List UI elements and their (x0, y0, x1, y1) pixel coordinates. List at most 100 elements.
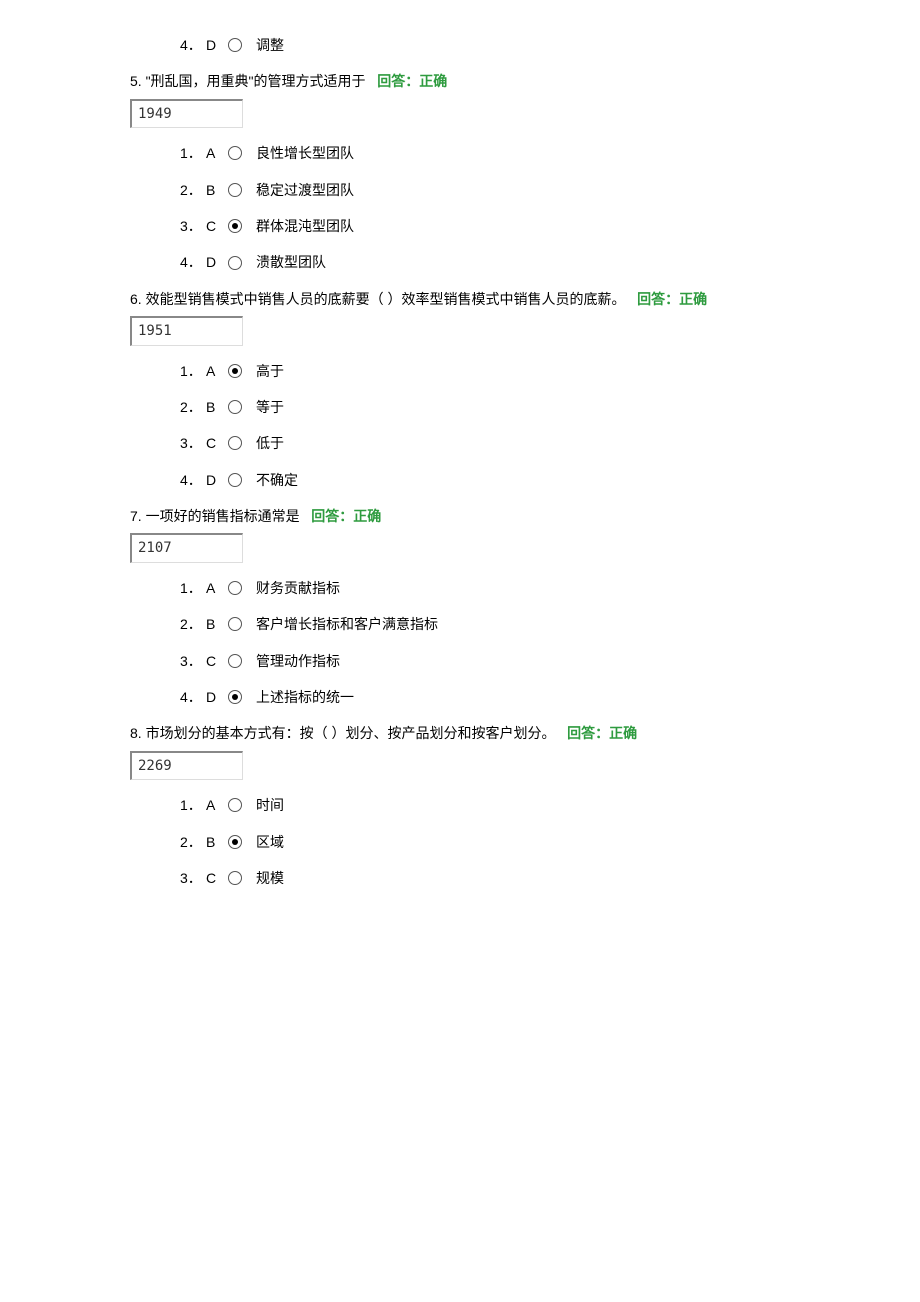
q7-option-c: 3． C 管理动作指标 (180, 650, 790, 672)
q5-option-b: 2． B 稳定过渡型团队 (180, 179, 790, 201)
option-letter: B (206, 396, 224, 418)
feedback-label: 回答：正确 (311, 508, 381, 524)
option-number: 1． (180, 794, 200, 816)
option-letter: A (206, 577, 224, 599)
id-box: 2269 (130, 751, 243, 780)
option-number: 3． (180, 215, 200, 237)
option-number: 2． (180, 396, 200, 418)
option-letter: A (206, 142, 224, 164)
radio-icon[interactable] (228, 364, 242, 378)
q5-option-a: 1． A 良性增长型团队 (180, 142, 790, 164)
question-8: 8. 市场划分的基本方式有：按（ ）划分、按产品划分和按客户划分。 回答：正确 (130, 722, 790, 744)
option-number: 4． (180, 469, 200, 491)
option-text: 群体混沌型团队 (256, 215, 354, 237)
radio-icon[interactable] (228, 798, 242, 812)
question-7: 7. 一项好的销售指标通常是 回答：正确 (130, 505, 790, 527)
option-number: 2． (180, 613, 200, 635)
q8-option-c: 3． C 规模 (180, 867, 790, 889)
q8-option-a: 1． A 时间 (180, 794, 790, 816)
id-box: 1951 (130, 316, 243, 345)
q6-option-d: 4． D 不确定 (180, 469, 790, 491)
radio-icon[interactable] (228, 256, 242, 270)
q8-option-b: 2． B 区域 (180, 831, 790, 853)
option-text: 稳定过渡型团队 (256, 179, 354, 201)
radio-icon[interactable] (228, 581, 242, 595)
q5-option-d: 4． D 溃散型团队 (180, 251, 790, 273)
question-stem: 市场划分的基本方式有：按（ ）划分、按产品划分和按客户划分。 (146, 725, 556, 741)
option-text: 低于 (256, 432, 284, 454)
radio-icon[interactable] (228, 146, 242, 160)
radio-icon[interactable] (228, 835, 242, 849)
radio-icon[interactable] (228, 617, 242, 631)
radio-icon[interactable] (228, 400, 242, 414)
option-letter: D (206, 251, 224, 273)
question-number: 6. (130, 291, 146, 307)
question-number: 5. (130, 73, 146, 89)
radio-icon[interactable] (228, 654, 242, 668)
question-6: 6. 效能型销售模式中销售人员的底薪要（ ）效率型销售模式中销售人员的底薪。 回… (130, 288, 790, 310)
q7-option-b: 2． B 客户增长指标和客户满意指标 (180, 613, 790, 635)
option-text: 溃散型团队 (256, 251, 326, 273)
option-text: 规模 (256, 867, 284, 889)
radio-icon[interactable] (228, 436, 242, 450)
question-number: 8. (130, 725, 146, 741)
option-number: 4． (180, 34, 200, 56)
feedback-label: 回答：正确 (567, 725, 637, 741)
radio-icon[interactable] (228, 38, 242, 52)
option-letter: C (206, 432, 224, 454)
option-letter: D (206, 469, 224, 491)
id-box: 1949 (130, 99, 243, 128)
option-letter: C (206, 215, 224, 237)
option-number: 1． (180, 360, 200, 382)
q6-option-c: 3． C 低于 (180, 432, 790, 454)
radio-icon[interactable] (228, 473, 242, 487)
option-number: 4． (180, 251, 200, 273)
option-text: 客户增长指标和客户满意指标 (256, 613, 438, 635)
option-text: 区域 (256, 831, 284, 853)
option-text: 高于 (256, 360, 284, 382)
option-letter: B (206, 613, 224, 635)
radio-icon[interactable] (228, 690, 242, 704)
radio-icon[interactable] (228, 219, 242, 233)
id-box: 2107 (130, 533, 243, 562)
option-text: 不确定 (256, 469, 298, 491)
option-text: 财务贡献指标 (256, 577, 340, 599)
option-letter: C (206, 867, 224, 889)
option-letter: B (206, 831, 224, 853)
option-letter: C (206, 650, 224, 672)
option-number: 1． (180, 577, 200, 599)
option-number: 1． (180, 142, 200, 164)
option-letter: D (206, 34, 224, 56)
option-text: 管理动作指标 (256, 650, 340, 672)
option-text: 时间 (256, 794, 284, 816)
option-number: 3． (180, 432, 200, 454)
option-number: 3． (180, 650, 200, 672)
option-number: 3． (180, 867, 200, 889)
q4-option-d: 4． D 调整 (180, 34, 790, 56)
question-stem: 效能型销售模式中销售人员的底薪要（ ）效率型销售模式中销售人员的底薪。 (146, 291, 626, 307)
option-text: 调整 (256, 34, 284, 56)
option-text: 等于 (256, 396, 284, 418)
q5-option-c: 3． C 群体混沌型团队 (180, 215, 790, 237)
option-letter: D (206, 686, 224, 708)
q6-option-b: 2． B 等于 (180, 396, 790, 418)
option-text: 良性增长型团队 (256, 142, 354, 164)
option-letter: B (206, 179, 224, 201)
question-5: 5. "刑乱国，用重典"的管理方式适用于 回答：正确 (130, 70, 790, 92)
radio-icon[interactable] (228, 183, 242, 197)
option-number: 4． (180, 686, 200, 708)
option-number: 2． (180, 831, 200, 853)
option-number: 2． (180, 179, 200, 201)
feedback-label: 回答：正确 (377, 73, 447, 89)
feedback-label: 回答：正确 (637, 291, 707, 307)
q7-option-d: 4． D 上述指标的统一 (180, 686, 790, 708)
option-letter: A (206, 794, 224, 816)
option-text: 上述指标的统一 (256, 686, 354, 708)
option-letter: A (206, 360, 224, 382)
radio-icon[interactable] (228, 871, 242, 885)
question-number: 7. (130, 508, 146, 524)
question-stem: 一项好的销售指标通常是 (146, 508, 300, 524)
question-stem: "刑乱国，用重典"的管理方式适用于 (146, 73, 366, 89)
q7-option-a: 1． A 财务贡献指标 (180, 577, 790, 599)
q6-option-a: 1． A 高于 (180, 360, 790, 382)
